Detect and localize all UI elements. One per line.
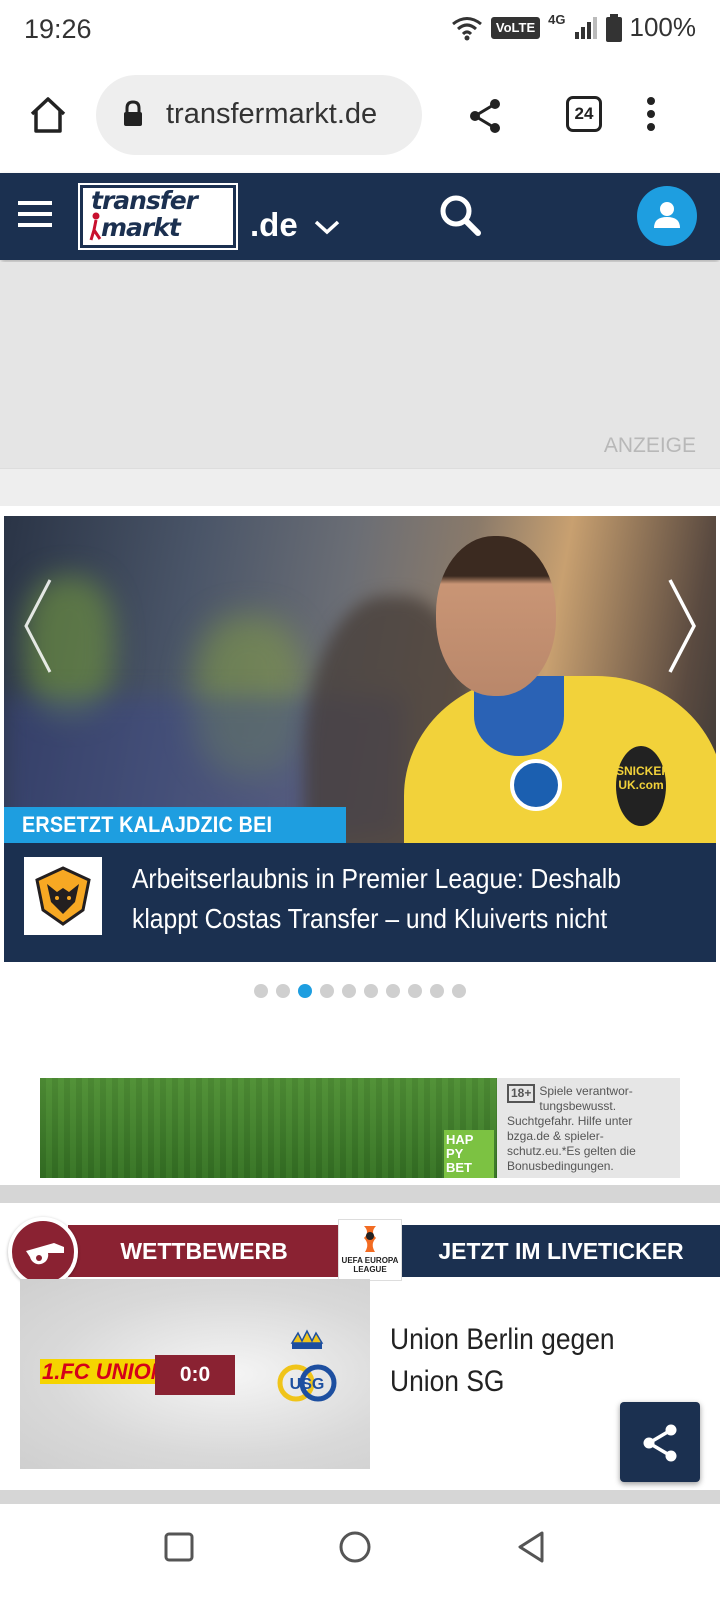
slider-dot[interactable] — [342, 984, 356, 998]
browser-toolbar: transfermarkt.de 24 — [0, 62, 720, 170]
article-kicker[interactable]: ERSETZT KALAJDZIC BEI WOLVES — [4, 807, 346, 873]
article-headline: Arbeitserlaubnis in Premier League: Desh… — [132, 863, 621, 934]
match-card[interactable]: WETTBEWERB UEFA EUROPA LEAGUE JETZT IM L… — [0, 1203, 720, 1488]
hamburger-menu-icon[interactable] — [18, 199, 52, 229]
user-account-button[interactable] — [637, 186, 697, 246]
club-logo — [24, 857, 102, 935]
status-icons: VoLTE 4G 100% — [451, 12, 696, 43]
liveticker-button[interactable]: JETZT IM LIVETICKER — [402, 1225, 720, 1277]
slider-dot[interactable] — [408, 984, 422, 998]
wifi-icon — [451, 16, 482, 40]
logo-text-transfer: transfer — [91, 186, 198, 215]
match-score: 0:0 — [155, 1355, 235, 1395]
status-time: 19:26 — [24, 14, 92, 44]
whistle-icon — [26, 1243, 64, 1265]
home-team-logo-text: 1.FC UNION — [40, 1359, 169, 1384]
slider-dot[interactable] — [320, 984, 334, 998]
home-icon[interactable] — [28, 96, 68, 134]
site-header: transfer markt .de — [0, 173, 720, 260]
club-crest-icon — [510, 759, 562, 811]
happybet-logo: HAP PY BET — [444, 1130, 494, 1178]
share-icon[interactable] — [468, 98, 502, 134]
match-graphic[interactable]: 1.FC UNION 0:0 USG — [20, 1279, 370, 1469]
match-title[interactable]: Union Berlin gegen Union SG — [390, 1319, 680, 1403]
share-icon — [643, 1424, 677, 1462]
share-floating-button[interactable] — [620, 1402, 700, 1482]
slider-next-arrow-icon[interactable] — [666, 576, 700, 676]
slider-dot[interactable] — [386, 984, 400, 998]
url-text: transfermarkt.de — [166, 98, 378, 130]
section-divider — [0, 468, 720, 506]
ad-disclaimer: 18+ Spiele verantwor-tungsbewusst. Sucht… — [497, 1078, 680, 1178]
section-divider — [0, 1490, 720, 1504]
system-navigation-bar — [0, 1504, 720, 1600]
away-team-crest-icon: USG — [277, 1329, 337, 1402]
volte-badge: VoLTE — [490, 16, 541, 39]
slider-dot[interactable] — [298, 984, 312, 998]
home-team-logo: 1.FC UNION — [40, 1359, 169, 1385]
ad-banner[interactable]: HAP PY BET 18+ Spiele verantwor-tungsbew… — [40, 1078, 680, 1178]
section-divider — [0, 1185, 720, 1203]
battery-percent: 100% — [629, 12, 697, 42]
chevron-down-icon — [314, 220, 340, 235]
logo-text-markt: markt — [101, 213, 181, 242]
recent-apps-icon[interactable] — [164, 1532, 194, 1562]
trophy-icon — [364, 1226, 376, 1252]
overflow-menu-icon[interactable] — [646, 96, 656, 132]
hero-image-detail — [436, 536, 556, 696]
age-restriction-badge: 18+ — [507, 1084, 536, 1103]
sponsor-logo: SNICKERS UK.com — [616, 746, 678, 826]
slider-dot[interactable] — [254, 984, 268, 998]
domain-label: .de — [250, 206, 298, 243]
ad-banner-image — [40, 1078, 497, 1178]
status-bar: 19:26 VoLTE 4G 100% — [0, 0, 720, 62]
back-icon[interactable] — [516, 1530, 546, 1564]
signal-icon — [574, 16, 597, 39]
transfermarkt-logo[interactable]: transfer markt — [78, 183, 238, 250]
slider-dot[interactable] — [364, 984, 378, 998]
slider-pagination — [254, 984, 466, 998]
slider-dot[interactable] — [276, 984, 290, 998]
home-circle-icon[interactable] — [338, 1530, 372, 1564]
address-bar[interactable]: transfermarkt.de — [96, 75, 422, 155]
news-slider[interactable]: SNICKERS UK.com ERSETZT KALAJDZIC BEI WO… — [4, 516, 716, 962]
network-type: 4G — [548, 12, 566, 27]
search-icon[interactable] — [438, 193, 482, 237]
ad-placeholder: ANZEIGE — [0, 262, 720, 468]
logo-player-icon — [89, 212, 102, 241]
lock-icon — [124, 100, 142, 126]
article-headline-bar[interactable]: Arbeitserlaubnis in Premier League: Desh… — [4, 843, 716, 962]
slider-dot[interactable] — [430, 984, 444, 998]
ad-label: ANZEIGE — [603, 434, 696, 457]
battery-icon — [605, 13, 622, 42]
slider-prev-arrow-icon[interactable] — [20, 576, 54, 676]
away-team-logo-text: USG — [290, 1376, 325, 1393]
competition-badge-text: UEFA EUROPA LEAGUE — [341, 1256, 399, 1274]
europa-league-badge: UEFA EUROPA LEAGUE — [338, 1219, 402, 1281]
user-icon — [654, 202, 680, 228]
whistle-badge — [8, 1217, 78, 1287]
domain-selector[interactable]: .de — [250, 206, 341, 244]
wolves-crest-icon — [35, 866, 91, 926]
slider-dot[interactable] — [452, 984, 466, 998]
competition-label: WETTBEWERB — [68, 1225, 340, 1277]
tab-switcher-button[interactable]: 24 — [566, 96, 602, 132]
